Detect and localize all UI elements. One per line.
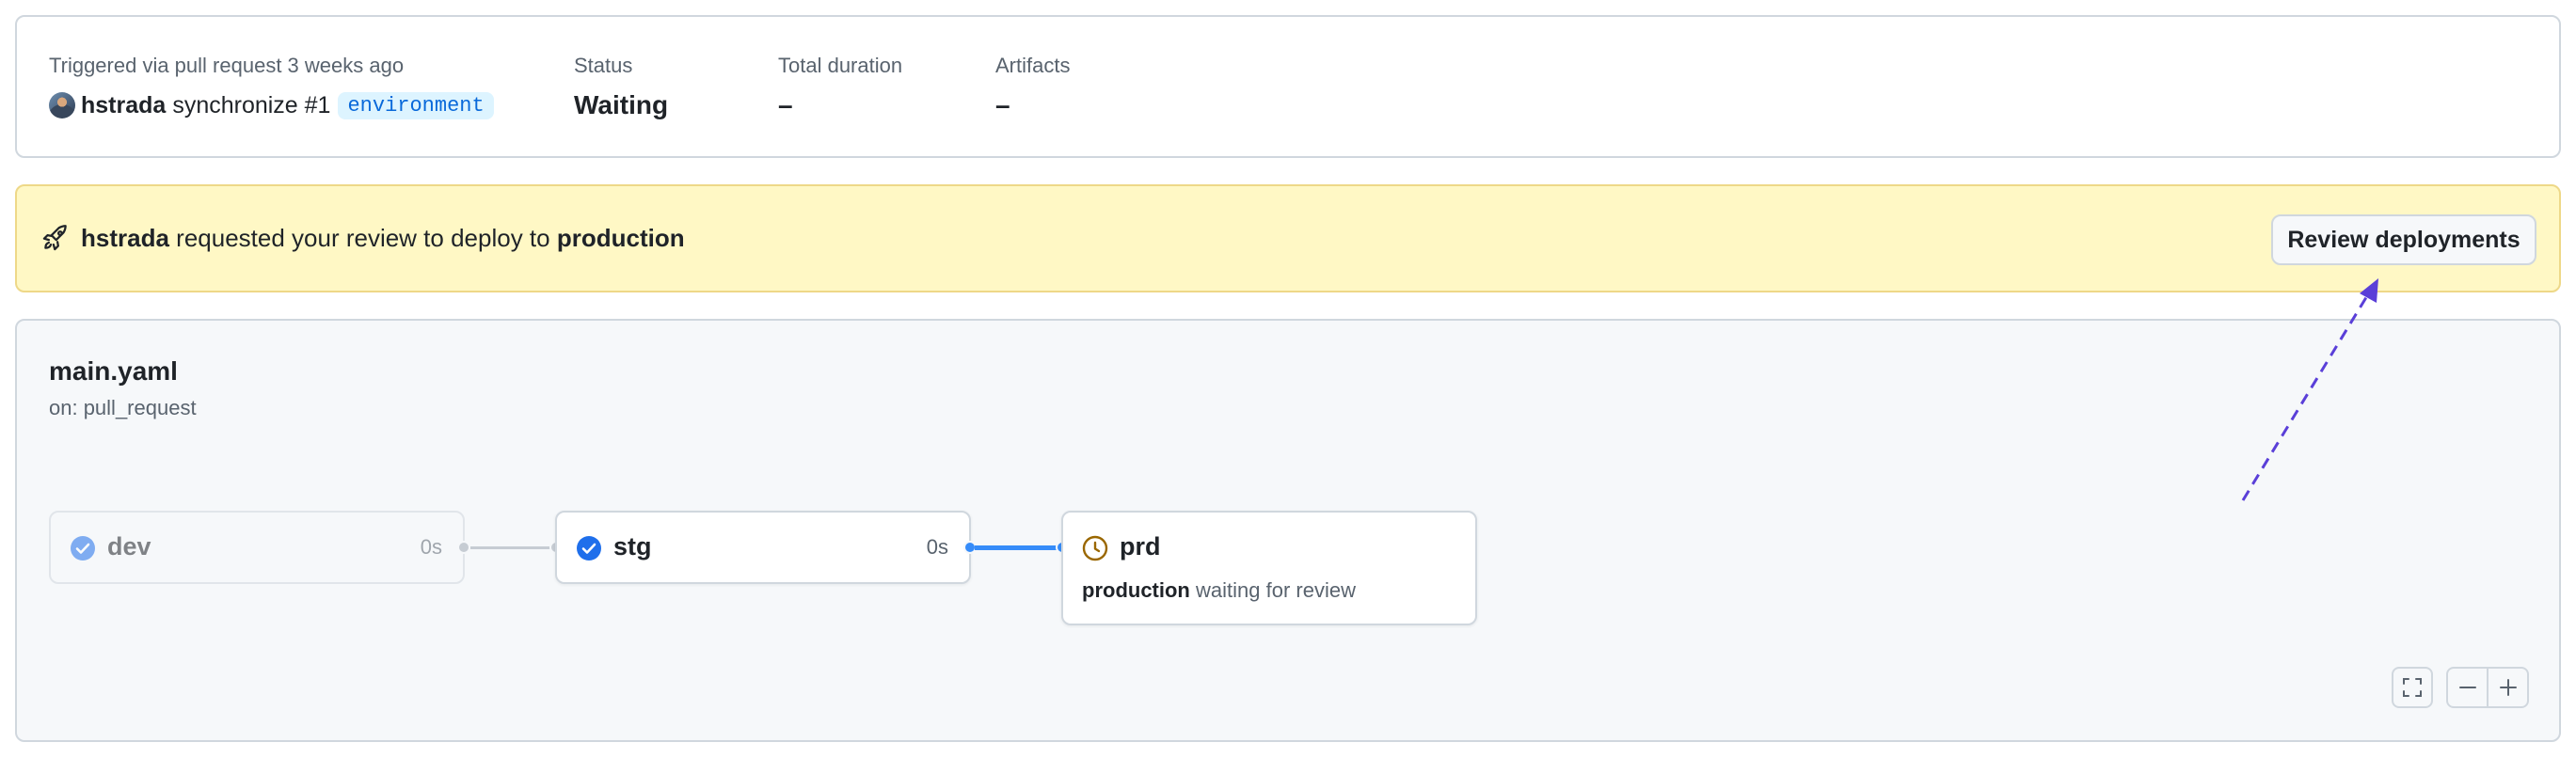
job-name: prd	[1120, 532, 1161, 561]
status-section: Status Waiting	[574, 53, 668, 122]
check-circle-icon	[71, 536, 95, 561]
workflow-trigger: on: pull_request	[49, 396, 197, 419]
job-prd[interactable]: prd production waiting for review	[1061, 511, 1477, 625]
zoom-in-button[interactable]	[2487, 669, 2527, 706]
clock-icon	[1082, 535, 1108, 561]
fullscreen-icon	[2403, 678, 2422, 697]
duration-value: –	[778, 90, 793, 119]
duration-label: Total duration	[778, 54, 903, 77]
zoom-controls	[2446, 667, 2529, 708]
branch-badge[interactable]: environment	[338, 91, 494, 119]
requester-name[interactable]: hstrada	[81, 224, 169, 252]
artifacts-section: Artifacts –	[995, 53, 1070, 122]
review-banner: hstrada requested your review to deploy …	[15, 184, 2561, 292]
review-deployments-button[interactable]: Review deployments	[2271, 214, 2536, 265]
workflow-graph: main.yaml on: pull_request dev 0s stg 0s…	[15, 319, 2561, 742]
job-environment: production	[1082, 578, 1190, 602]
edge-dev-stg	[470, 546, 559, 549]
actor-avatar[interactable]	[49, 92, 75, 118]
edge-stg-prd	[975, 545, 1063, 550]
trigger-section: Triggered via pull request 3 weeks ago h…	[49, 53, 494, 122]
job-status-text: waiting for review	[1196, 578, 1356, 602]
artifacts-value: –	[995, 90, 1010, 119]
pull-request-link[interactable]: synchronize #1	[172, 92, 330, 119]
artifacts-label: Artifacts	[995, 54, 1071, 77]
actor-link[interactable]: hstrada	[81, 92, 166, 119]
run-summary: Triggered via pull request 3 weeks ago h…	[15, 15, 2561, 158]
zoom-out-button[interactable]	[2448, 669, 2487, 706]
job-duration: 0s	[926, 535, 948, 559]
status-value: Waiting	[574, 90, 669, 119]
rocket-icon	[42, 225, 67, 251]
status-label: Status	[574, 54, 633, 77]
review-message: hstrada requested your review to deploy …	[81, 222, 685, 254]
trigger-label: Triggered via pull request 3 weeks ago	[49, 54, 405, 77]
target-environment: production	[556, 224, 685, 252]
job-name: stg	[613, 532, 652, 561]
job-dev[interactable]: dev 0s	[49, 511, 465, 584]
edge-handle	[457, 541, 470, 554]
job-status-note: production waiting for review	[1082, 578, 1356, 603]
fullscreen-button[interactable]	[2392, 667, 2433, 708]
zoom-in-icon	[2499, 679, 2517, 696]
job-name: dev	[107, 532, 151, 561]
trigger-details: hstrada synchronize #1 environment	[49, 88, 494, 122]
job-duration: 0s	[420, 535, 442, 559]
job-stg[interactable]: stg 0s	[555, 511, 971, 584]
workflow-file-name[interactable]: main.yaml	[49, 356, 178, 387]
review-message-text: requested your review to deploy to	[176, 224, 550, 252]
check-circle-icon	[577, 536, 601, 561]
duration-section: Total duration –	[778, 53, 902, 122]
zoom-out-icon	[2458, 687, 2476, 688]
